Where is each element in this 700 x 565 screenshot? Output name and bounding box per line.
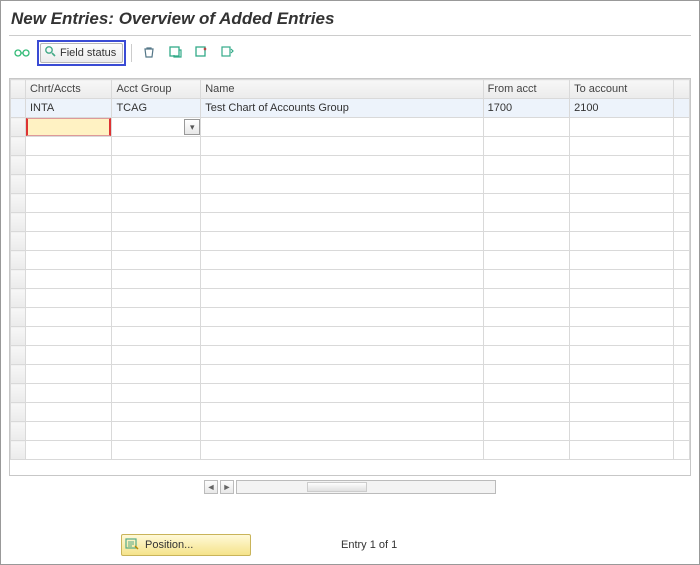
select-all-icon <box>168 45 182 61</box>
chart-input[interactable] <box>26 118 111 136</box>
data-table: Chrt/Accts Acct Group Name From acct To … <box>10 79 690 460</box>
cell-to[interactable]: 2100 <box>570 99 674 118</box>
chevron-right-icon: ► <box>223 483 232 492</box>
position-label: Position... <box>145 539 193 551</box>
delete-button[interactable] <box>137 42 161 64</box>
table-row[interactable] <box>11 213 690 232</box>
empty-cell[interactable] <box>570 118 674 137</box>
table-row[interactable] <box>11 232 690 251</box>
table-row[interactable] <box>11 137 690 156</box>
col-selector-header[interactable] <box>11 80 26 99</box>
glasses-icon <box>14 46 30 60</box>
deselect-all-button[interactable] <box>189 42 213 64</box>
field-status-button[interactable]: Field status <box>40 43 123 63</box>
cell-name[interactable]: Test Chart of Accounts Group <box>201 99 483 118</box>
table-row[interactable] <box>11 327 690 346</box>
vscroll-cell <box>673 99 689 118</box>
acct-f4-cell[interactable]: ▾ <box>112 118 201 137</box>
glasses-detail-button[interactable] <box>9 42 35 64</box>
table-row[interactable] <box>11 156 690 175</box>
table-row[interactable] <box>11 422 690 441</box>
select-all-button[interactable] <box>163 42 187 64</box>
scroll-left-button[interactable]: ◄ <box>204 480 218 494</box>
col-scroll-header <box>673 80 689 99</box>
position-button[interactable]: Position... <box>121 534 251 556</box>
divider <box>9 35 691 36</box>
chevron-left-icon: ◄ <box>207 483 216 492</box>
field-status-highlight: Field status <box>37 40 126 66</box>
col-chart-header[interactable]: Chrt/Accts <box>25 80 111 99</box>
table-row[interactable] <box>11 441 690 460</box>
f4-help-button[interactable]: ▾ <box>184 119 200 135</box>
row-selector[interactable] <box>11 118 26 137</box>
position-icon <box>125 537 139 554</box>
deselect-icon <box>194 45 208 61</box>
scroll-track[interactable] <box>236 480 496 494</box>
empty-cell[interactable] <box>201 118 483 137</box>
col-name-header[interactable]: Name <box>201 80 483 99</box>
chart-input-cell[interactable] <box>25 118 111 137</box>
table-row[interactable] <box>11 308 690 327</box>
table-row[interactable]: ▾ <box>11 118 690 137</box>
entry-count-label: Entry 1 of 1 <box>341 539 397 551</box>
table-row[interactable] <box>11 194 690 213</box>
table-row[interactable] <box>11 365 690 384</box>
scroll-thumb[interactable] <box>307 482 367 492</box>
scroll-right-button[interactable]: ► <box>220 480 234 494</box>
table-row[interactable] <box>11 403 690 422</box>
table-row[interactable] <box>11 289 690 308</box>
table-row[interactable] <box>11 346 690 365</box>
f4-icon: ▾ <box>190 123 195 132</box>
cell-from[interactable]: 1700 <box>483 99 569 118</box>
config-icon <box>220 45 234 61</box>
table-row[interactable]: INTA TCAG Test Chart of Accounts Group 1… <box>11 99 690 118</box>
table-row[interactable] <box>11 384 690 403</box>
page-title: New Entries: Overview of Added Entries <box>1 1 699 35</box>
col-acctgroup-header[interactable]: Acct Group <box>112 80 201 99</box>
row-selector[interactable] <box>11 99 26 118</box>
toolbar-separator <box>131 44 132 62</box>
cell-acctgroup[interactable]: TCAG <box>112 99 201 118</box>
vscroll-cell <box>673 118 689 137</box>
data-table-container: Chrt/Accts Acct Group Name From acct To … <box>9 78 691 476</box>
config-button[interactable] <box>215 42 239 64</box>
col-toacct-header[interactable]: To account <box>570 80 674 99</box>
field-status-label: Field status <box>60 47 116 59</box>
toolbar: Field status <box>1 40 699 72</box>
footer: Position... Entry 1 of 1 <box>1 534 699 556</box>
cell-chart[interactable]: INTA <box>25 99 111 118</box>
col-fromacct-header[interactable]: From acct <box>483 80 569 99</box>
trash-icon <box>142 45 156 61</box>
table-row[interactable] <box>11 270 690 289</box>
empty-cell[interactable] <box>483 118 569 137</box>
horizontal-scrollbar[interactable]: ◄ ► <box>9 480 691 494</box>
magnifier-icon <box>44 45 57 61</box>
table-row[interactable] <box>11 175 690 194</box>
table-row[interactable] <box>11 251 690 270</box>
